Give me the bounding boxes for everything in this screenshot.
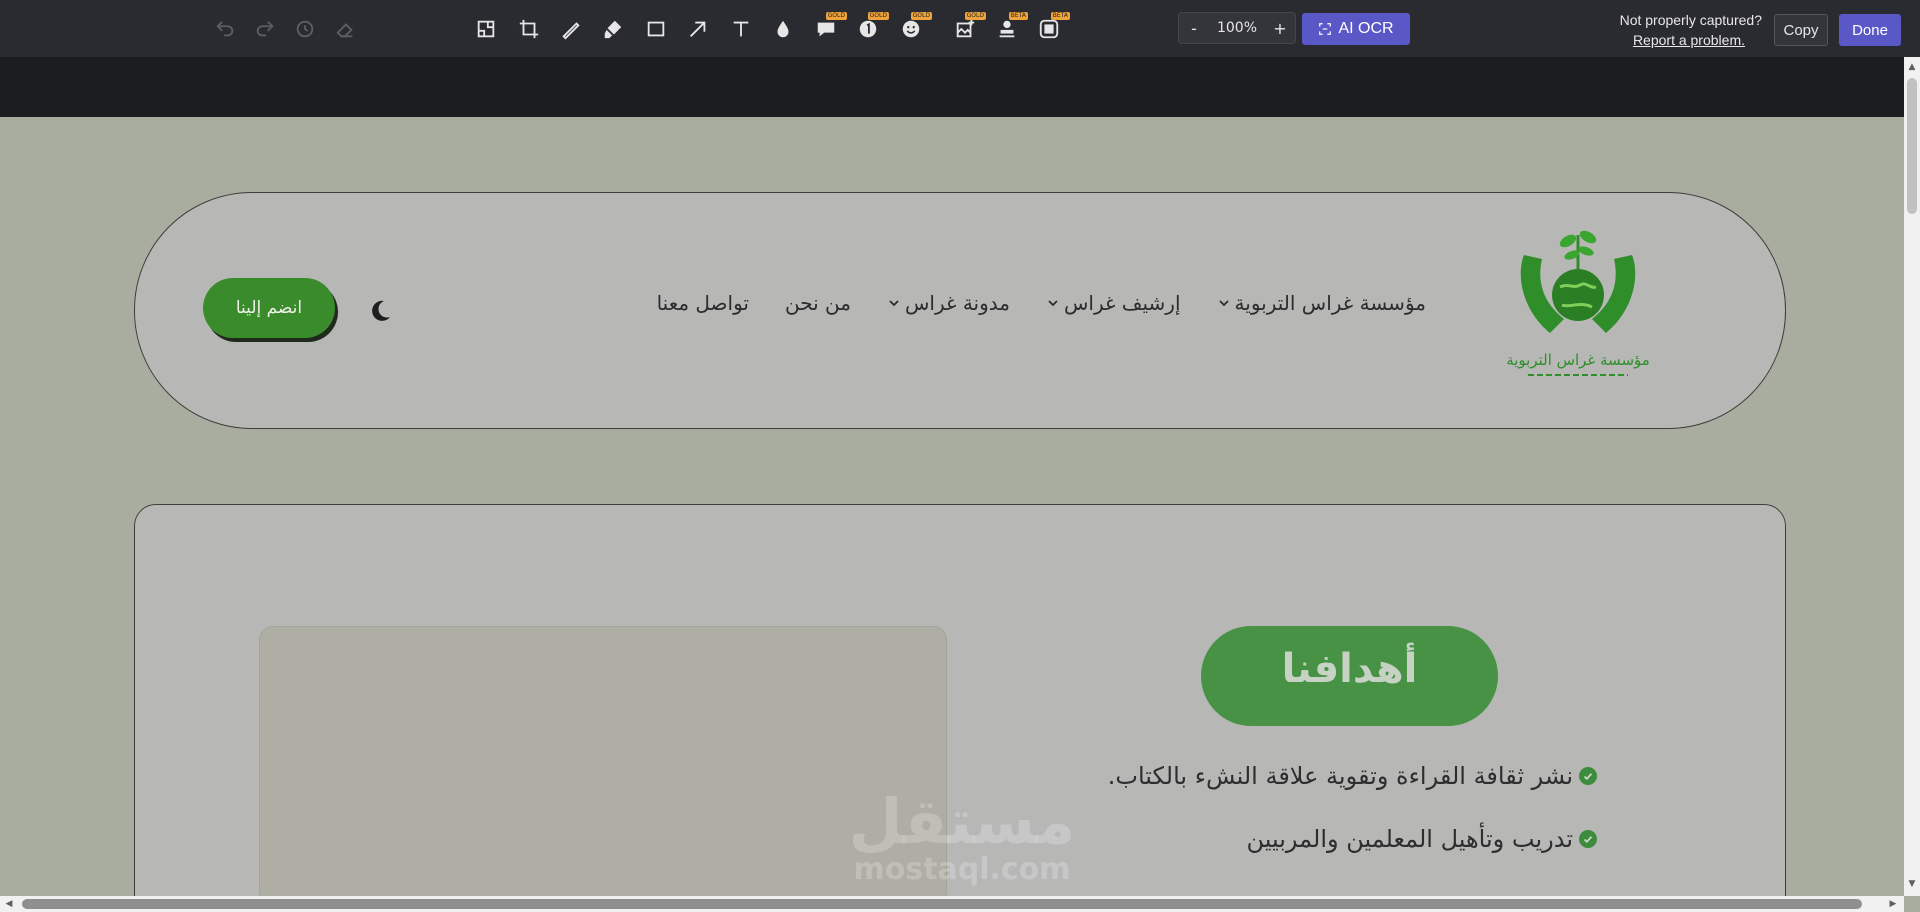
nav-item-about[interactable]: من نحن <box>785 291 851 315</box>
callout-icon[interactable]: GOLD <box>811 12 847 44</box>
reset-icon[interactable] <box>290 14 320 44</box>
watermark-arabic: مستقل <box>848 785 1076 858</box>
chevron-down-icon <box>1048 300 1058 307</box>
done-button[interactable]: Done <box>1839 14 1901 46</box>
pen-icon[interactable] <box>556 14 586 44</box>
gold-badge: GOLD <box>825 12 847 20</box>
chevron-down-icon <box>1218 300 1229 307</box>
scroll-left-arrow-icon[interactable]: ◀ <box>4 899 14 909</box>
check-circle-icon <box>1579 767 1597 785</box>
nav-label: من نحن <box>785 291 851 315</box>
beta-badge: BETA <box>1050 12 1070 20</box>
gold-badge: GOLD <box>910 12 932 20</box>
scroll-down-arrow-icon[interactable]: ▼ <box>1907 879 1917 889</box>
ai-ocr-button[interactable]: AI OCR <box>1302 13 1410 45</box>
emoji-icon[interactable]: GOLD <box>896 12 932 44</box>
beta-badge: BETA <box>1008 12 1028 20</box>
join-us-button[interactable]: انضم إلينا <box>203 278 335 338</box>
image-insert-icon[interactable]: GOLD <box>950 12 986 44</box>
main-nav: مؤسسة غراس التربوية إرشيف غراس مدونة غرا… <box>621 291 1426 315</box>
nav-item-contact[interactable]: تواصل معنا <box>657 291 749 315</box>
zoom-in-button[interactable]: + <box>1265 19 1295 38</box>
nav-item-foundation[interactable]: مؤسسة غراس التربوية <box>1217 291 1426 315</box>
moon-icon[interactable] <box>367 298 393 324</box>
ocr-icon <box>1319 23 1332 35</box>
captured-page: مؤسسة غراس التربوية مؤسسة غراس التربوية … <box>0 117 1904 896</box>
zoom-out-button[interactable]: - <box>1179 19 1209 38</box>
resize-icon[interactable] <box>471 14 501 44</box>
gold-badge: GOLD <box>964 12 986 20</box>
goal-text: تدريب وتأهيل المعلمين والمربيين <box>1246 825 1573 853</box>
page-top-bar <box>0 57 1904 117</box>
zoom-level: 100% <box>1216 20 1258 36</box>
capture-toolbar: GOLD GOLD GOLD GOLD BETA BETA - 100% + A… <box>0 0 1920 57</box>
nav-label: تواصل معنا <box>656 291 749 315</box>
arrow-icon[interactable] <box>683 14 713 44</box>
check-circle-icon <box>1579 830 1597 848</box>
scroll-up-arrow-icon[interactable]: ▲ <box>1907 62 1917 72</box>
not-captured-text: Not properly captured? <box>1619 12 1762 28</box>
goal-text: نشر ثقافة القراءة وتقوية علاقة النشء بال… <box>1107 762 1573 790</box>
zoom-control: - 100% + <box>1178 12 1296 44</box>
blur-drop-icon[interactable] <box>768 14 798 44</box>
frame-icon[interactable]: BETA <box>1034 12 1070 44</box>
undo-icon[interactable] <box>210 14 240 44</box>
watermark-latin: mostaql.com <box>853 852 1071 887</box>
text-icon[interactable] <box>726 14 756 44</box>
logo-text: مؤسسة غراس التربوية <box>1506 351 1650 369</box>
nav-label: مدونة غراس <box>905 291 1010 315</box>
logo-hands-tree-icon: مؤسسة غراس التربوية <box>1506 230 1650 376</box>
nav-label: مؤسسة غراس التربوية <box>1234 291 1426 315</box>
nav-label: إرشيف غراس <box>1063 291 1181 315</box>
horizontal-scroll-thumb[interactable] <box>22 899 1862 909</box>
site-logo[interactable]: مؤسسة غراس التربوية <box>1502 215 1654 400</box>
highlighter-icon[interactable] <box>598 14 628 44</box>
rectangle-icon[interactable] <box>641 14 671 44</box>
goals-title: أهدافنا <box>1201 626 1498 726</box>
crop-icon[interactable] <box>514 14 544 44</box>
report-problem-link[interactable]: Report a problem. <box>1560 32 1745 48</box>
chevron-down-icon <box>889 300 899 307</box>
goal-item: تدريب وتأهيل المعلمين والمربيين <box>1246 825 1597 853</box>
vertical-scroll-thumb[interactable] <box>1907 78 1917 214</box>
goal-item: نشر ثقافة القراءة وتقوية علاقة النشء بال… <box>1108 762 1597 790</box>
mostaql-watermark: مستقل mostaql.com <box>842 789 1082 885</box>
copy-button[interactable]: Copy <box>1774 14 1828 46</box>
stamp-icon[interactable]: BETA <box>992 12 1028 44</box>
scroll-right-arrow-icon[interactable]: ▶ <box>1888 899 1898 909</box>
redo-icon[interactable] <box>250 14 280 44</box>
step-number-icon[interactable]: GOLD <box>853 12 889 44</box>
gold-badge: GOLD <box>867 12 889 20</box>
nav-item-blog[interactable]: مدونة غراس <box>887 291 1010 315</box>
nav-item-archive[interactable]: إرشيف غراس <box>1046 291 1181 315</box>
ai-ocr-label: AI OCR <box>1338 20 1394 37</box>
eraser-icon[interactable] <box>330 14 360 44</box>
